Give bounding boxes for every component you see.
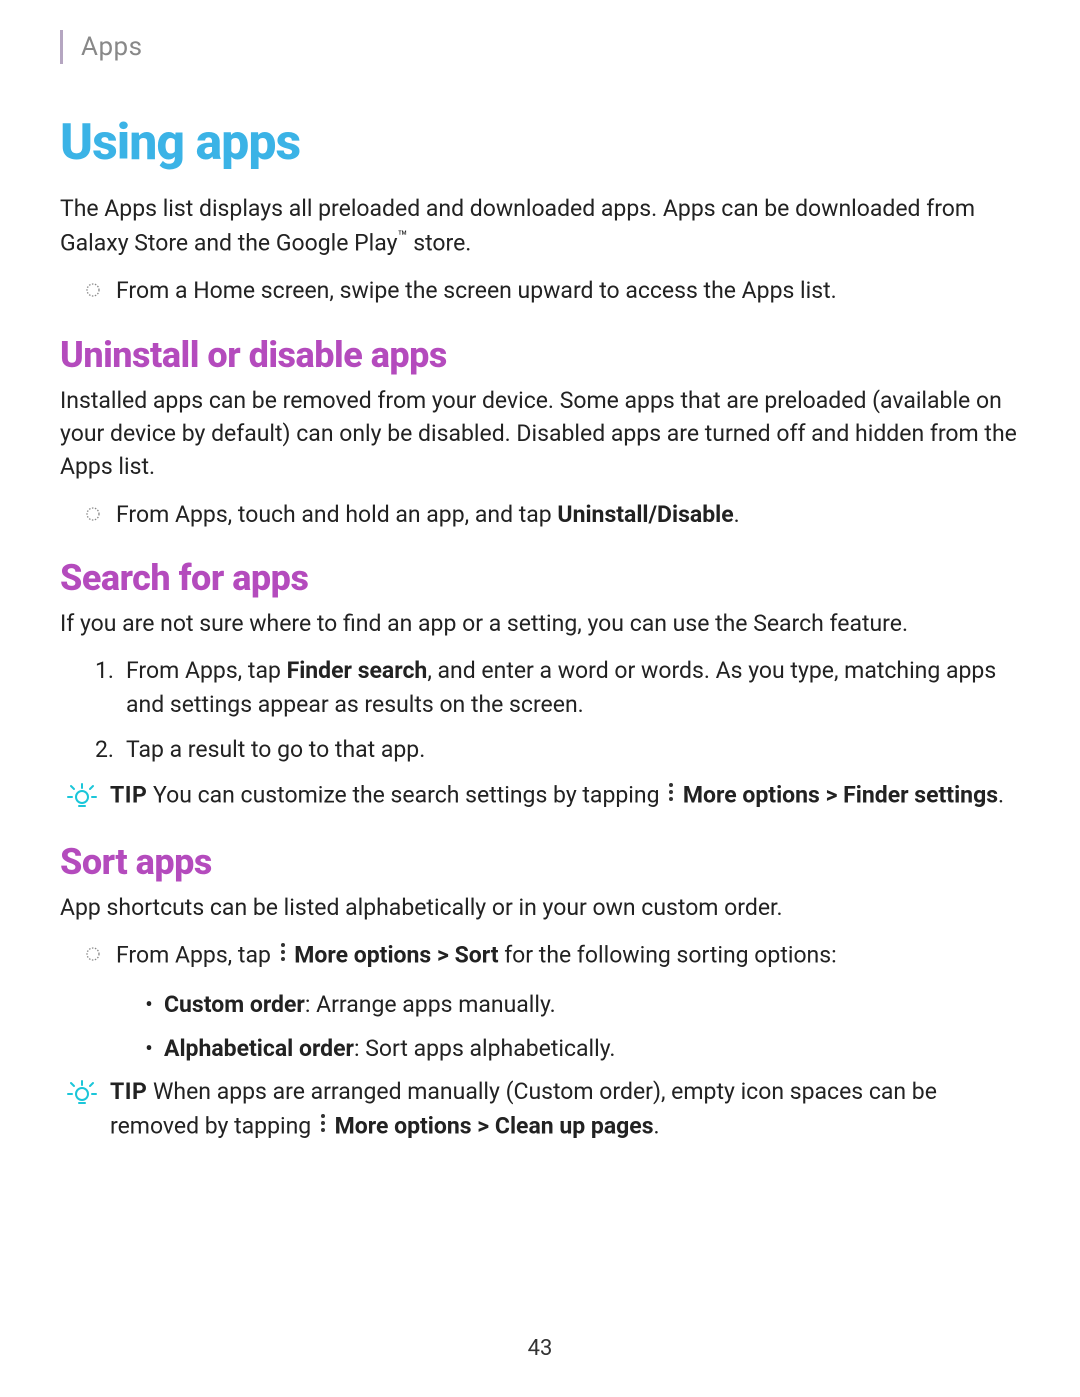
step-text: From Apps, tap Finder search, and enter … [118, 654, 1020, 721]
section-heading: Search for apps [60, 557, 1020, 599]
lightbulb-icon [60, 1075, 104, 1145]
dotted-circle-icon [80, 274, 106, 307]
tip-text: TIP You can customize the search setting… [104, 778, 1020, 814]
sub-bullet-text: Alphabetical order: Sort apps alphabetic… [158, 1032, 1020, 1065]
sub-bullet-item: • Alphabetical order: Sort apps alphabet… [140, 1032, 1020, 1065]
numbered-step: 2. Tap a result to go to that app. [90, 733, 1020, 766]
section-body: App shortcuts can be listed alphabetical… [60, 891, 1020, 924]
step-number: 1. [90, 654, 118, 721]
bullet-text: From a Home screen, swipe the screen upw… [106, 274, 1020, 307]
bullet-item: From a Home screen, swipe the screen upw… [80, 274, 1020, 307]
sub-bullet-item: • Custom order: Arrange apps manually. [140, 988, 1020, 1021]
bullet-item: From Apps, touch and hold an app, and ta… [80, 498, 1020, 531]
numbered-step: 1. From Apps, tap Finder search, and ent… [90, 654, 1020, 721]
section-body: Installed apps can be removed from your … [60, 384, 1020, 484]
sub-bullet-text: Custom order: Arrange apps manually. [158, 988, 1020, 1021]
more-options-icon [667, 778, 675, 811]
bullet-dot-icon: • [140, 988, 158, 1021]
page-header: Apps [60, 30, 1020, 64]
document-page: Apps Using apps The Apps list displays a… [0, 0, 1080, 1145]
tip-callout: TIP You can customize the search setting… [60, 778, 1020, 814]
dotted-circle-icon [80, 938, 106, 974]
bullet-dot-icon: • [140, 1032, 158, 1065]
page-title: Using apps [60, 114, 1020, 172]
section-heading: Sort apps [60, 841, 1020, 883]
step-text: Tap a result to go to that app. [118, 733, 1020, 766]
section-heading: Uninstall or disable apps [60, 334, 1020, 376]
bullet-text: From Apps, touch and hold an app, and ta… [106, 498, 1020, 531]
page-number: 43 [0, 1336, 1080, 1361]
section-label: Apps [81, 32, 143, 62]
intro-paragraph: The Apps list displays all preloaded and… [60, 192, 1020, 260]
bullet-text: From Apps, tap More options > Sort for t… [106, 938, 1020, 974]
bullet-item: From Apps, tap More options > Sort for t… [80, 938, 1020, 974]
section-body: If you are not sure where to find an app… [60, 607, 1020, 640]
tip-text: TIP When apps are arranged manually (Cus… [104, 1075, 1020, 1145]
lightbulb-icon [60, 778, 104, 814]
step-number: 2. [90, 733, 118, 766]
more-options-icon [319, 1109, 327, 1142]
more-options-icon [279, 938, 287, 971]
tip-callout: TIP When apps are arranged manually (Cus… [60, 1075, 1020, 1145]
dotted-circle-icon [80, 498, 106, 531]
